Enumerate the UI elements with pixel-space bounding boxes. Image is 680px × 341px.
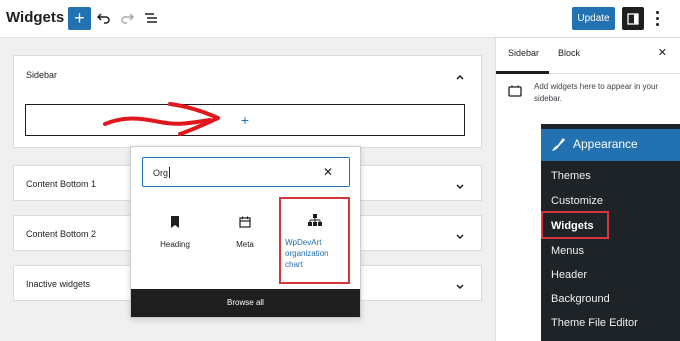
admin-menu-heading: Appearance — [573, 137, 638, 151]
widgets-highlight-box — [541, 211, 609, 239]
admin-menu-item-themes[interactable]: Themes — [551, 170, 591, 182]
list-view-icon[interactable] — [142, 9, 160, 27]
search-value: Org — [153, 168, 169, 178]
page-title: Widgets — [6, 9, 65, 26]
widget-area-description: Add widgets here to appear in your sideb… — [534, 82, 659, 103]
close-icon[interactable]: ✕ — [323, 165, 333, 179]
update-button[interactable]: Update — [572, 7, 615, 30]
admin-menu-item-header[interactable]: Header — [551, 269, 587, 281]
plus-icon[interactable]: + — [26, 112, 464, 128]
annotation-arrow — [103, 102, 220, 136]
undo-icon[interactable] — [95, 9, 113, 27]
block-search-input[interactable]: Org ✕ — [142, 157, 350, 187]
admin-menu-item-background[interactable]: Background — [551, 293, 610, 305]
chevron-down-icon[interactable] — [455, 229, 465, 240]
block-label: Heading — [160, 240, 190, 249]
tab-block[interactable]: Block — [558, 48, 580, 58]
admin-menu-item-theme-file-editor[interactable]: Theme File Editor — [551, 317, 638, 329]
block-label: Meta — [236, 240, 254, 249]
tab-sidebar[interactable]: Sidebar — [508, 48, 539, 58]
paintbrush-icon — [549, 136, 567, 159]
admin-menu-item-customize[interactable]: Customize — [551, 195, 603, 207]
active-tab-indicator — [496, 71, 549, 74]
chevron-down-icon[interactable] — [455, 279, 465, 290]
block-option-org-chart[interactable]: WpDevArt organization chart — [279, 197, 350, 284]
more-options-button[interactable] — [652, 9, 662, 27]
settings-panel-toggle[interactable] — [622, 7, 644, 30]
widget-area-title: Content Bottom 2 — [26, 229, 97, 239]
block-appender[interactable]: + — [25, 104, 465, 136]
chevron-up-icon[interactable] — [455, 69, 465, 80]
close-icon[interactable]: ✕ — [658, 46, 667, 59]
bookmark-icon — [141, 211, 209, 233]
widget-area-title: Sidebar — [26, 70, 58, 80]
widget-area-icon — [508, 84, 522, 102]
add-block-button[interactable]: + — [68, 7, 91, 30]
chevron-down-icon[interactable] — [455, 179, 465, 190]
admin-menu-item-menus[interactable]: Menus — [551, 245, 584, 257]
block-label: WpDevArt organization chart — [285, 238, 329, 269]
browse-all-button[interactable]: Browse all — [131, 289, 360, 317]
admin-menu-appearance[interactable]: Appearance — [541, 129, 680, 161]
widget-area-title: Content Bottom 1 — [26, 179, 97, 189]
block-option-heading[interactable]: Heading — [141, 207, 209, 267]
editor-header: Widgets + Update — [0, 0, 680, 38]
widget-area-title: Inactive widgets — [26, 279, 91, 289]
calendar-icon — [211, 211, 279, 233]
block-option-meta[interactable]: Meta — [211, 207, 279, 267]
block-inserter-popover: Org ✕ Heading Meta WpDevArt organization… — [130, 146, 361, 318]
redo-icon[interactable] — [118, 9, 136, 27]
org-chart-icon — [281, 209, 348, 231]
